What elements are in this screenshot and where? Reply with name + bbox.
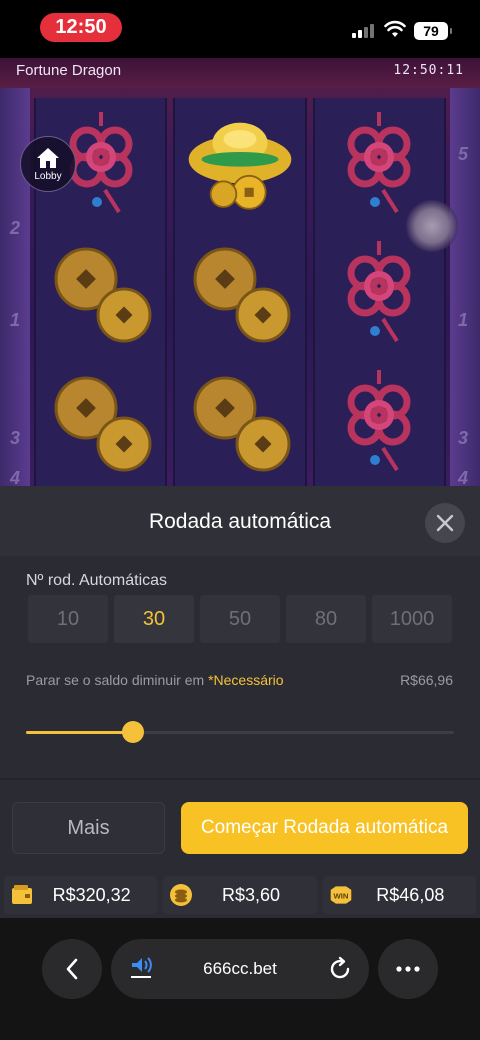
close-button[interactable] bbox=[425, 503, 465, 543]
slot-reels bbox=[34, 98, 446, 486]
status-bar: 12:50 79 bbox=[0, 0, 480, 58]
more-options-button[interactable] bbox=[378, 939, 438, 999]
coins-stack-icon bbox=[170, 884, 193, 906]
game-topbar: Fortune Dragon 12:50:11 bbox=[0, 58, 480, 88]
wallet-balance: R$320,32 bbox=[4, 876, 158, 914]
payline-number: 4 bbox=[10, 468, 21, 486]
spin-count-label: Nº rod. Automáticas bbox=[26, 572, 168, 589]
spin-count-option-selected[interactable]: 30 bbox=[114, 595, 194, 643]
status-time: 12:50 bbox=[40, 13, 122, 42]
chevron-left-icon bbox=[66, 958, 78, 980]
slider-thumb[interactable] bbox=[122, 721, 144, 743]
gold-coins-icon bbox=[46, 365, 156, 477]
home-icon bbox=[37, 147, 59, 168]
spin-count-option[interactable]: 80 bbox=[286, 595, 366, 643]
spin-count-options: 10 30 50 80 1000 bbox=[28, 595, 452, 643]
gold-coins-icon bbox=[185, 236, 295, 348]
more-button[interactable]: Mais bbox=[12, 802, 165, 854]
browser-toolbar: 666cc.bet bbox=[0, 918, 480, 1040]
payline-number: 1 bbox=[10, 310, 21, 330]
battery-indicator: 79 bbox=[414, 22, 452, 40]
stop-loss-text: Parar se o saldo diminuir em bbox=[26, 672, 205, 688]
floating-assistive-button[interactable] bbox=[406, 200, 458, 252]
spin-count-option[interactable]: 50 bbox=[200, 595, 280, 643]
spin-count-option[interactable]: 10 bbox=[28, 595, 108, 643]
payline-number: 5 bbox=[458, 144, 469, 164]
stop-loss-label: Parar se o saldo diminuir em *Necessário bbox=[26, 672, 284, 688]
payline-number: 3 bbox=[458, 428, 469, 448]
red-knot-icon bbox=[324, 236, 434, 348]
game-clock: 12:50:11 bbox=[393, 63, 464, 78]
gold-coins-icon bbox=[185, 365, 295, 477]
spin-count-option[interactable]: 1000 bbox=[372, 595, 452, 643]
cellular-signal-icon bbox=[352, 24, 376, 38]
payline-number: 1 bbox=[458, 310, 469, 330]
ellipsis-icon bbox=[396, 966, 420, 972]
balance-bar: R$320,32 R$3,60 WIN R$46,08 bbox=[0, 876, 480, 918]
autoplay-header: Rodada automática bbox=[0, 486, 480, 556]
stop-loss-value: R$66,96 bbox=[400, 672, 453, 688]
lobby-label: Lobby bbox=[34, 170, 62, 182]
autoplay-title: Rodada automática bbox=[148, 510, 332, 533]
close-icon bbox=[436, 514, 454, 532]
red-knot-icon bbox=[324, 107, 434, 219]
game-area[interactable]: Fortune Dragon 12:50:11 2 1 3 4 5 1 3 4 bbox=[0, 58, 480, 486]
game-title: Fortune Dragon bbox=[16, 62, 122, 79]
payline-number: 3 bbox=[10, 428, 21, 448]
win-badge-icon: WIN bbox=[330, 886, 351, 904]
svg-text:WIN: WIN bbox=[333, 891, 348, 900]
reload-icon[interactable] bbox=[327, 956, 353, 982]
reel-2 bbox=[173, 98, 307, 486]
panel-divider bbox=[0, 778, 480, 780]
wallet-icon bbox=[12, 885, 32, 904]
red-knot-icon bbox=[324, 365, 434, 477]
gold-ingot-icon bbox=[185, 107, 295, 219]
payline-number: 4 bbox=[458, 468, 469, 486]
reel-3 bbox=[312, 98, 446, 486]
payline-number: 2 bbox=[10, 218, 21, 238]
slider-fill bbox=[26, 731, 133, 734]
stop-loss-slider[interactable] bbox=[26, 721, 454, 743]
win-amount: WIN R$46,08 bbox=[322, 876, 476, 914]
right-payline-rail: 5 1 3 4 bbox=[450, 88, 480, 486]
gold-coins-icon bbox=[46, 236, 156, 348]
back-button[interactable] bbox=[42, 939, 102, 999]
wifi-icon bbox=[384, 20, 406, 37]
required-marker: *Necessário bbox=[208, 672, 284, 688]
bet-amount: R$3,60 bbox=[163, 876, 317, 914]
autoplay-panel: Rodada automática Nº rod. Automáticas 10… bbox=[0, 486, 480, 918]
lobby-button[interactable]: Lobby bbox=[20, 136, 76, 192]
start-autoplay-button[interactable]: Começar Rodada automática bbox=[181, 802, 468, 854]
address-bar[interactable]: 666cc.bet bbox=[111, 939, 369, 999]
